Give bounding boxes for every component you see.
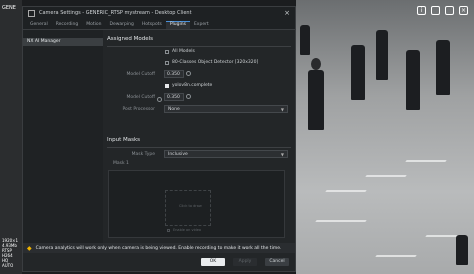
person-head [311, 58, 321, 70]
reset-icon[interactable] [186, 71, 191, 76]
chevron-down-icon: ▼ [280, 152, 284, 157]
tab-hotspots[interactable]: Hotspots [138, 22, 166, 29]
camera-view-right [296, 0, 474, 274]
model-cutoff-label: Model Cutoff [126, 72, 155, 77]
floor-stripe [325, 190, 367, 192]
tab-general[interactable]: General [26, 22, 52, 29]
left-overlay-title: GENE [2, 5, 16, 11]
tab-motion[interactable]: Motion [82, 22, 105, 29]
divider [107, 46, 291, 47]
tab-bar: General Recording Motion Dewarping Hotsp… [23, 19, 295, 30]
mask-enable-checkbox[interactable]: Enable on video [167, 228, 201, 232]
all-models-label: All Models [172, 49, 195, 54]
warning-icon: ◆ [27, 244, 32, 252]
ok-button[interactable]: OK [201, 258, 225, 266]
left-overlay-line: AUTO [2, 263, 14, 268]
post-processor-label: Post Processor [122, 107, 155, 112]
plugin-settings-panel: Assigned Models All Models 80-Classes Ob… [107, 30, 291, 253]
tab-recording[interactable]: Recording [52, 22, 83, 29]
person-silhouette [300, 25, 310, 55]
warning-text: Camera analytics will work only when cam… [35, 245, 282, 251]
mask1-label: Mask 1 [113, 161, 129, 166]
person-silhouette [376, 30, 388, 80]
checkbox-checked[interactable] [165, 83, 169, 88]
assigned-models-heading: Assigned Models [107, 36, 154, 42]
dialog-titlebar[interactable]: Camera Settings - GENERIC_RTSP mystream … [23, 7, 295, 19]
person-silhouette [351, 45, 365, 100]
camera-toolbar: i × [296, 0, 474, 20]
model-cutoff-label: Model Cutoff [126, 95, 155, 100]
model1-label: 80-Classes Object Detector [320x320] [172, 60, 259, 65]
divider [107, 147, 291, 148]
checkbox[interactable] [167, 228, 170, 232]
all-models-checkbox[interactable]: All Models [165, 49, 195, 54]
analytics-warning-bar: ◆ Camera analytics will work only when c… [23, 243, 295, 253]
sidebar-item-nx-ai-manager[interactable]: NX AI Manager [23, 38, 103, 46]
checkbox[interactable] [165, 49, 169, 54]
plugin-sidebar: NX AI Manager [23, 30, 103, 253]
person-silhouette [406, 50, 420, 110]
person-silhouette [308, 70, 324, 130]
input-masks-heading: Input Masks [107, 137, 141, 143]
dialog-title: Camera Settings - GENERIC_RTSP mystream … [39, 10, 192, 16]
mask-type-value: Inclusive [168, 152, 188, 157]
floor-stripe [365, 175, 407, 177]
model1-cutoff-input[interactable]: 0.350 [164, 70, 184, 78]
reset-icon[interactable] [186, 94, 191, 99]
floor-stripe [375, 255, 417, 257]
tab-dewarping[interactable]: Dewarping [106, 22, 138, 29]
dialog-footer: OK Apply Cancel [23, 253, 295, 271]
chevron-down-icon: ▼ [280, 107, 284, 112]
camera-icon[interactable] [431, 5, 440, 15]
checkbox[interactable] [165, 60, 169, 65]
model2-label: yolov8n.complete [172, 83, 213, 88]
floor-stripe [405, 160, 447, 162]
post-processor-select[interactable]: None ▼ [164, 105, 288, 113]
model2-cutoff-input[interactable]: 0.350 [164, 93, 184, 101]
apply-button[interactable]: Apply [233, 258, 257, 266]
model1-checkbox[interactable]: 80-Classes Object Detector [320x320] [165, 60, 258, 65]
model2-checkbox[interactable]: yolov8n.complete [165, 83, 212, 88]
left-camera-strip [0, 0, 22, 274]
close-icon[interactable]: × [284, 9, 290, 17]
mask-type-label: Mask Type [131, 152, 155, 157]
tab-plugins[interactable]: Plugins [165, 21, 190, 29]
app-icon [28, 9, 35, 17]
mask-checkbox-label: Enable on video [173, 228, 202, 232]
floor-stripe [315, 220, 367, 222]
mask-type-select[interactable]: Inclusive ▼ [164, 150, 288, 158]
help-icon[interactable] [157, 97, 162, 102]
tab-expert[interactable]: Expert [190, 22, 213, 29]
mask-draw-box[interactable]: Click to draw [165, 190, 211, 226]
close-icon[interactable]: × [459, 5, 468, 15]
mask-hint: Click to draw [179, 204, 202, 208]
settings-icon[interactable] [445, 5, 454, 15]
person-silhouette [456, 235, 468, 265]
info-icon[interactable]: i [417, 5, 426, 15]
cancel-button[interactable]: Cancel [265, 258, 289, 266]
mask-editor-area: Click to draw Enable on video [108, 170, 285, 238]
post-processor-value: None [168, 107, 180, 112]
person-silhouette [436, 40, 450, 95]
camera-settings-dialog: Camera Settings - GENERIC_RTSP mystream … [22, 6, 296, 272]
